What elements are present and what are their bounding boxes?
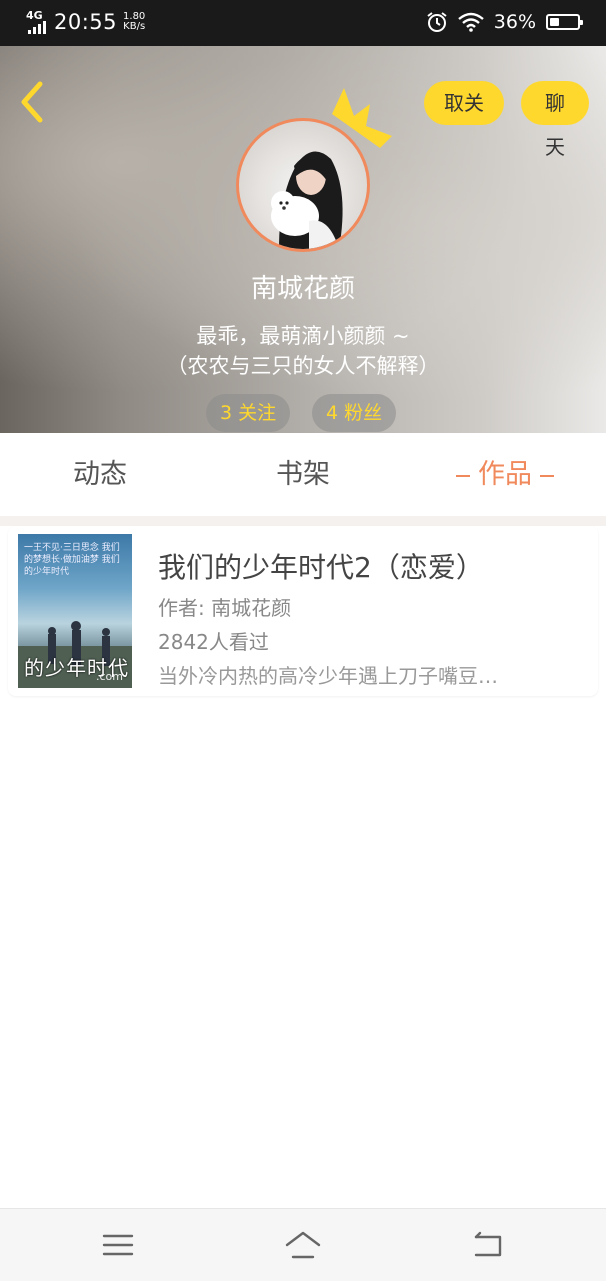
speed-unit: KB/s [123,21,146,32]
profile-tabs: 动态 书架 作品 [0,433,606,516]
battery-percent: 36% [493,11,536,33]
book-views: 2842人看过 [158,630,269,654]
back-arrow-icon[interactable] [14,80,50,124]
status-bar: 4G 20:55 1.80 KB/s 36% [0,0,606,46]
book-card[interactable]: 一王不见·三日思念 我们的梦想长·做加油梦 我们的少年时代 的少年时代 .com… [8,526,598,696]
book-author: 作者: 南城花颜 [158,596,292,620]
tab-bookshelf[interactable]: 书架 [253,433,353,516]
home-icon[interactable] [283,1227,323,1263]
crown-icon [332,88,392,148]
bio-line-1: 最乖，最萌滴小颜颜 ~ [196,324,410,348]
book-description: 当外冷内热的高冷少年遇上刀子嘴豆… [158,664,498,688]
chat-button[interactable]: 聊天 [521,81,589,159]
fans-count[interactable]: 4 粉丝 [312,394,397,432]
alarm-icon [427,12,447,32]
bio-line-2: （农农与三只的女人不解释） [166,354,440,378]
back-icon[interactable] [468,1227,508,1263]
wifi-icon [457,12,484,32]
tab-indicator-right [540,474,554,477]
book-title: 我们的少年时代2（恋爱） [158,551,484,584]
battery-icon [546,14,583,30]
section-divider [0,516,606,526]
tab-works-label: 作品 [478,459,532,490]
profile-header: 取关 聊天 南城花颜 最乖，最萌滴小颜颜 ~ （农农与三只的女人不解释） 3 关… [0,46,606,433]
unfollow-button[interactable]: 取关 [424,81,504,125]
network-type: 4G [26,9,43,22]
network-speed: 1.80 KB/s [123,12,145,32]
signal-icon: 4G [26,10,48,34]
tab-activity[interactable]: 动态 [50,433,150,516]
tab-indicator-left [456,474,470,477]
username: 南城花颜 [250,274,355,304]
cover-domain: .com [96,670,123,683]
system-nav-bar [0,1208,606,1281]
tab-works[interactable]: 作品 [440,433,570,516]
clock-time: 20:55 [54,10,118,34]
book-cover: 一王不见·三日思念 我们的梦想长·做加油梦 我们的少年时代 的少年时代 .com [18,534,132,688]
menu-icon[interactable] [98,1227,138,1263]
following-count[interactable]: 3 关注 [206,394,291,432]
